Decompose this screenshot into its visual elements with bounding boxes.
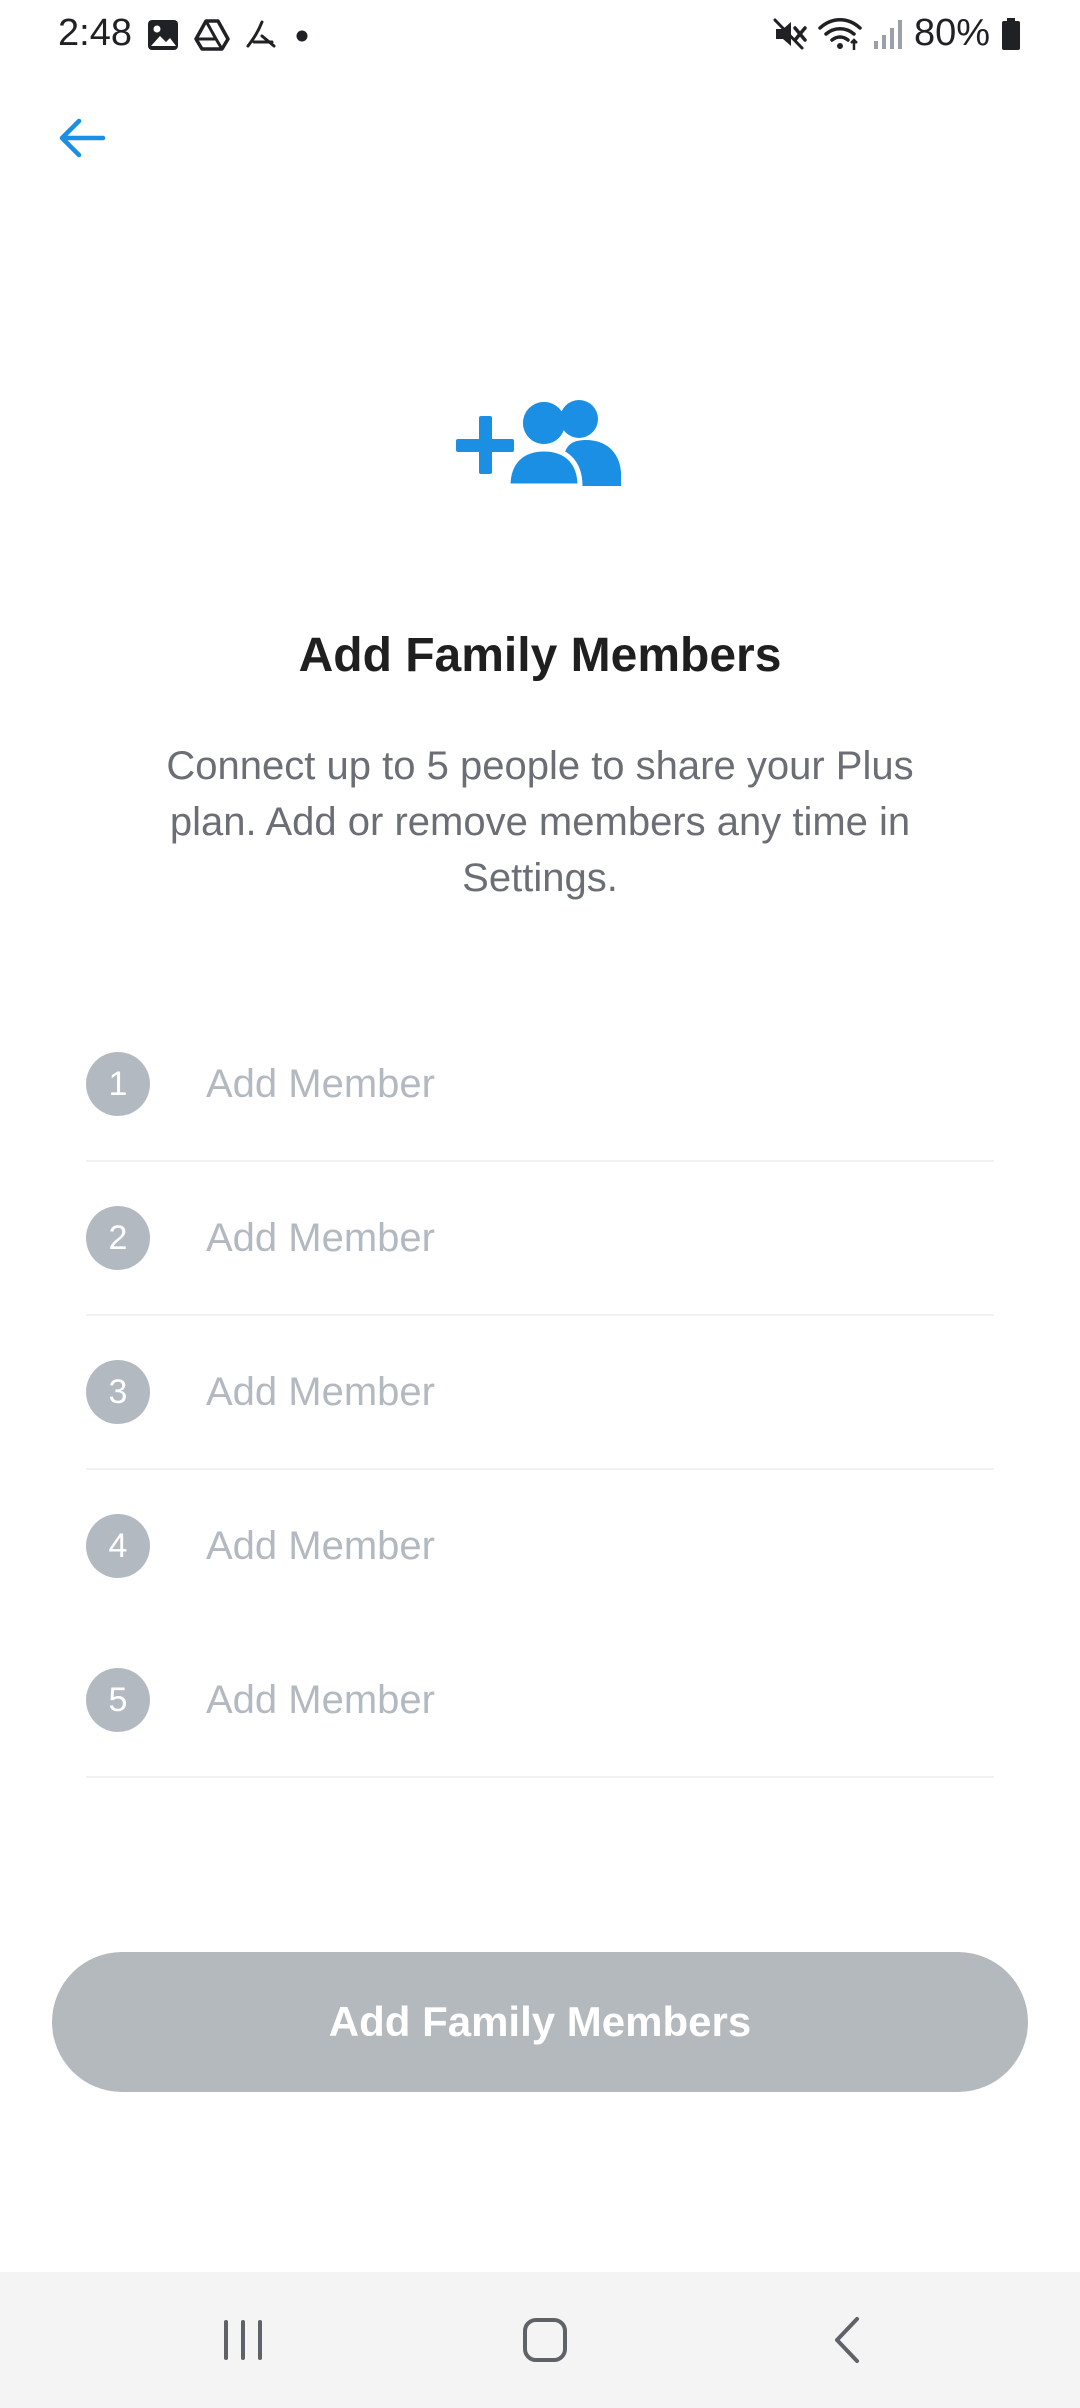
page-title: Add Family Members bbox=[298, 629, 782, 682]
member-row-1[interactable]: 1 Add Member bbox=[86, 1008, 994, 1162]
image-icon bbox=[146, 18, 180, 52]
page-subtitle: Connect up to 5 people to share your Plu… bbox=[166, 744, 914, 900]
recents-button[interactable] bbox=[198, 2300, 288, 2380]
dot-icon bbox=[292, 18, 312, 52]
member-row-5[interactable]: 5 Add Member bbox=[86, 1624, 994, 1778]
member-row-4[interactable]: 4 Add Member bbox=[86, 1470, 994, 1624]
mute-icon bbox=[772, 16, 808, 52]
member-input[interactable]: Add Member bbox=[206, 1370, 435, 1415]
member-input[interactable]: Add Member bbox=[206, 1062, 435, 1107]
member-input[interactable]: Add Member bbox=[206, 1216, 435, 1261]
nav-back-button[interactable] bbox=[802, 2300, 892, 2380]
status-notification-icons bbox=[146, 18, 312, 52]
members-list: 1 Add Member 2 Add Member 3 Add Member 4… bbox=[86, 1008, 994, 1778]
add-family-members-screen: 2:48 80% Add Family Members Connect up t… bbox=[0, 0, 1080, 2408]
status-system-icons: 80% bbox=[772, 12, 1022, 55]
member-number-badge: 2 bbox=[86, 1206, 150, 1270]
member-number-badge: 5 bbox=[86, 1668, 150, 1732]
arrow-left-icon bbox=[59, 118, 106, 158]
app-icon bbox=[244, 18, 278, 52]
battery-percentage: 80% bbox=[913, 12, 990, 54]
back-icon bbox=[835, 2317, 859, 2363]
signal-icon bbox=[872, 17, 904, 51]
back-button[interactable] bbox=[44, 100, 120, 176]
status-time: 2:48 bbox=[58, 12, 132, 54]
member-input[interactable]: Add Member bbox=[206, 1678, 435, 1723]
recents-icon bbox=[224, 2320, 262, 2360]
add-group-icon bbox=[456, 396, 626, 496]
member-number-badge: 1 bbox=[86, 1052, 150, 1116]
home-icon bbox=[523, 2318, 567, 2362]
member-number-badge: 3 bbox=[86, 1360, 150, 1424]
status-bar: 2:48 80% bbox=[0, 0, 1080, 72]
system-nav-bar bbox=[0, 2272, 1080, 2408]
home-button[interactable] bbox=[500, 2300, 590, 2380]
drive-icon bbox=[194, 18, 230, 52]
wifi-icon bbox=[818, 16, 862, 52]
member-row-3[interactable]: 3 Add Member bbox=[86, 1316, 994, 1470]
member-row-2[interactable]: 2 Add Member bbox=[86, 1162, 994, 1316]
member-number-badge: 4 bbox=[86, 1514, 150, 1578]
member-input[interactable]: Add Member bbox=[206, 1524, 435, 1569]
add-family-members-button[interactable]: Add Family Members bbox=[52, 1952, 1028, 2092]
battery-icon bbox=[1000, 16, 1022, 52]
